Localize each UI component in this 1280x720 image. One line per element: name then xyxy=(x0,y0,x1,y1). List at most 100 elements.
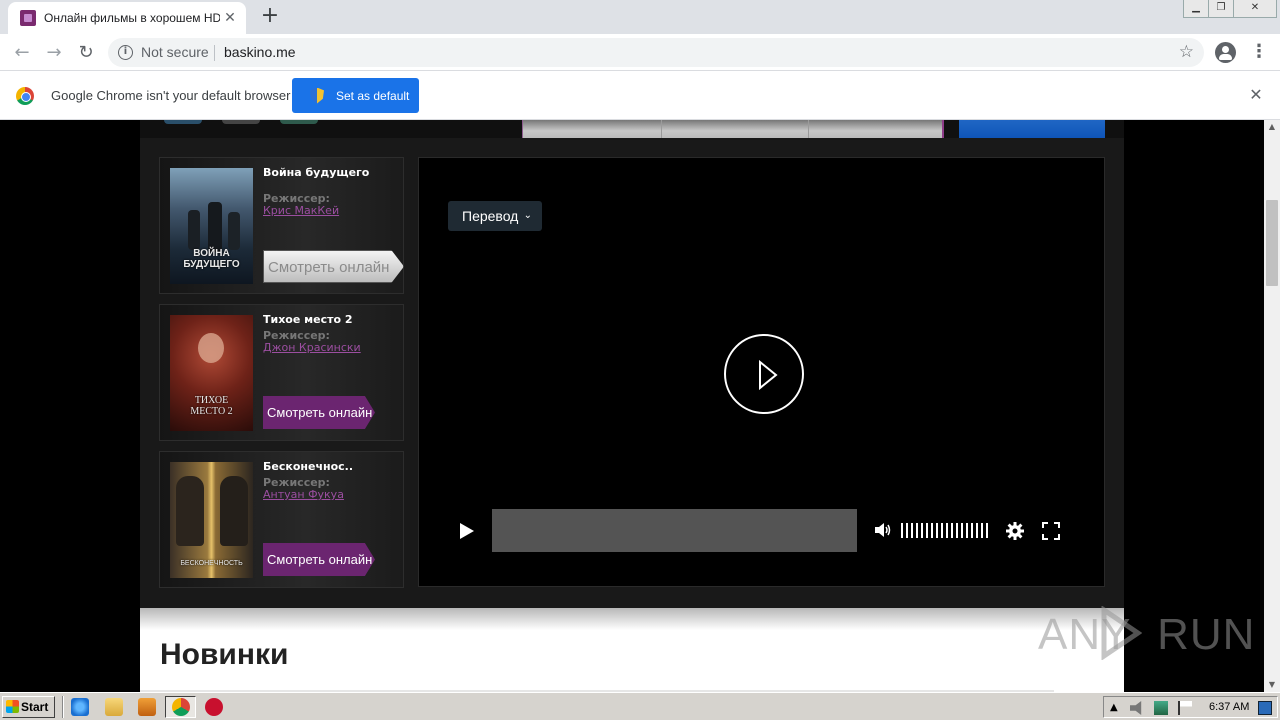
infobar-close-icon[interactable]: ✕ xyxy=(1247,86,1265,104)
movie-card[interactable]: ВОЙНА БУДУЩЕГО Война будущего Режиссер: … xyxy=(159,157,404,294)
featured-block: ВОЙНА БУДУЩЕГО Война будущего Режиссер: … xyxy=(140,120,1124,608)
chrome-icon xyxy=(172,698,190,716)
reload-icon[interactable]: ↻ xyxy=(74,41,98,65)
poster-title: БЕСКОНЕЧНОСТЬ xyxy=(180,560,243,567)
watch-online-button[interactable]: Смотреть онлайн xyxy=(263,396,375,429)
uac-shield-icon xyxy=(310,87,324,104)
poster-figure xyxy=(228,212,240,250)
poster-figure xyxy=(220,476,248,546)
poster-title: ТИХОЕ МЕСТО 2 xyxy=(190,395,233,417)
scroll-up-arrow-icon[interactable]: ▲ xyxy=(1264,120,1280,134)
desktop-tray-icon[interactable] xyxy=(1258,701,1272,715)
security-label[interactable]: Not secure xyxy=(141,44,209,60)
default-browser-infobar: Google Chrome isn't your default browser… xyxy=(0,71,1280,120)
movie-title[interactable]: Тихое место 2 xyxy=(263,314,403,326)
translation-dropdown[interactable]: Перевод ⌄ xyxy=(448,201,542,231)
tab-title: Онлайн фильмы в хорошем HD кач xyxy=(44,11,220,25)
windows-taskbar: Start ▲ 6:37 AM xyxy=(0,692,1280,720)
infobar-message: Google Chrome isn't your default browser xyxy=(51,88,291,103)
nav-pill-mid[interactable] xyxy=(222,120,260,124)
scroll-thumb[interactable] xyxy=(1266,200,1278,286)
close-window-button[interactable]: ✕ xyxy=(1233,0,1277,18)
system-clock[interactable]: 6:37 AM xyxy=(1209,701,1249,713)
poster-face xyxy=(198,333,224,363)
anyrun-watermark: ANY RUN xyxy=(1038,610,1256,659)
poster-title: ВОЙНА БУДУЩЕГО xyxy=(183,248,240,270)
movie-title[interactable]: Война будущего xyxy=(263,167,403,179)
volume-slider[interactable] xyxy=(901,523,991,538)
director-link[interactable]: Джон Красински xyxy=(263,342,361,354)
seek-bar[interactable] xyxy=(492,509,857,552)
internet-explorer-icon[interactable] xyxy=(71,698,89,716)
volume-icon[interactable] xyxy=(874,522,892,538)
tray-expand-icon[interactable]: ▲ xyxy=(1110,701,1124,715)
big-play-button[interactable] xyxy=(724,334,804,414)
poster-figure xyxy=(188,210,200,250)
set-as-default-label: Set as default xyxy=(336,88,410,103)
system-tray: ▲ xyxy=(1103,696,1278,718)
menu-blue-button[interactable] xyxy=(959,120,1105,138)
page-viewport: ВОЙНА БУДУЩЕГО Война будущего Режиссер: … xyxy=(0,120,1264,692)
forward-arrow-icon[interactable]: → xyxy=(42,41,66,65)
watch-online-button[interactable]: Смотреть онлайн xyxy=(263,250,404,283)
start-button[interactable]: Start xyxy=(2,696,55,718)
nav-pill-right[interactable] xyxy=(280,120,318,124)
top-nav-strip xyxy=(140,120,1124,138)
network-tray-icon[interactable] xyxy=(1154,701,1168,715)
stop-alert-icon[interactable] xyxy=(205,698,223,716)
media-player-icon[interactable] xyxy=(138,698,156,716)
new-tab-button[interactable]: + xyxy=(258,4,282,28)
minimize-button[interactable]: ▁ xyxy=(1183,0,1209,18)
account-icon[interactable] xyxy=(1215,42,1236,63)
set-as-default-button[interactable]: Set as default xyxy=(292,78,419,113)
volume-tray-icon[interactable] xyxy=(1130,701,1142,715)
movie-poster[interactable]: ТИХОЕ МЕСТО 2 xyxy=(170,315,253,431)
page-scrollbar[interactable]: ▲ ▼ xyxy=(1264,120,1280,692)
chrome-logo-icon xyxy=(16,87,34,105)
watch-online-button[interactable]: Смотреть онлайн xyxy=(263,543,375,576)
omnibox-separator xyxy=(214,45,215,61)
play-control-icon[interactable] xyxy=(459,522,475,540)
taskbar-separator xyxy=(62,696,64,718)
menu-divider xyxy=(808,120,809,138)
menu-bar[interactable] xyxy=(522,120,944,138)
chrome-taskbar-button[interactable] xyxy=(165,696,196,718)
video-player[interactable]: Перевод ⌄ xyxy=(418,157,1105,587)
bookmark-star-icon[interactable]: ☆ xyxy=(1179,42,1194,62)
start-label: Start xyxy=(21,700,49,714)
file-explorer-icon[interactable] xyxy=(105,698,123,716)
director-link[interactable]: Крис МакКей xyxy=(263,205,339,217)
fullscreen-icon[interactable] xyxy=(1042,522,1060,540)
browser-titlebar: Онлайн фильмы в хорошем HD кач ✕ + ▁ ❐ ✕ xyxy=(0,0,1280,34)
browser-toolbar: ← → ↻ i Not secure baskino.me ☆ ⋮ xyxy=(0,34,1280,71)
back-arrow-icon[interactable]: ← xyxy=(10,41,34,65)
url-text[interactable]: baskino.me xyxy=(224,44,296,60)
poster-figure xyxy=(176,476,204,546)
settings-gear-icon[interactable] xyxy=(1005,521,1025,541)
chevron-down-icon: ⌄ xyxy=(523,210,532,221)
address-bar[interactable]: i Not secure baskino.me ☆ xyxy=(108,38,1204,67)
new-releases-section: Новинки xyxy=(140,608,1124,692)
section-shadow xyxy=(140,608,1124,630)
director-link[interactable]: Антуан Фукуа xyxy=(263,489,344,501)
play-icon xyxy=(759,360,778,390)
poster-figure xyxy=(208,202,222,252)
movie-poster[interactable]: ВОЙНА БУДУЩЕГО xyxy=(170,168,253,284)
kebab-menu-icon[interactable]: ⋮ xyxy=(1250,42,1268,64)
info-icon[interactable]: i xyxy=(118,45,133,60)
nav-pill-left[interactable] xyxy=(164,120,202,124)
site-favicon-icon xyxy=(20,10,36,26)
section-title: Новинки xyxy=(160,638,289,671)
restore-button[interactable]: ❐ xyxy=(1208,0,1234,18)
movie-card[interactable]: ТИХОЕ МЕСТО 2 Тихое место 2 Режиссер: Дж… xyxy=(159,304,404,441)
browser-tab[interactable]: Онлайн фильмы в хорошем HD кач ✕ xyxy=(8,2,246,34)
windows-logo-icon xyxy=(6,700,19,713)
translation-label: Перевод xyxy=(462,208,519,224)
tab-close-icon[interactable]: ✕ xyxy=(222,10,238,26)
menu-divider xyxy=(661,120,662,138)
movie-title[interactable]: Бесконечнос.. xyxy=(263,461,403,473)
flag-tray-icon[interactable] xyxy=(1178,701,1192,715)
scroll-down-arrow-icon[interactable]: ▼ xyxy=(1264,678,1280,692)
movie-poster[interactable]: БЕСКОНЕЧНОСТЬ xyxy=(170,462,253,578)
movie-card[interactable]: БЕСКОНЕЧНОСТЬ Бесконечнос.. Режиссер: Ан… xyxy=(159,451,404,588)
